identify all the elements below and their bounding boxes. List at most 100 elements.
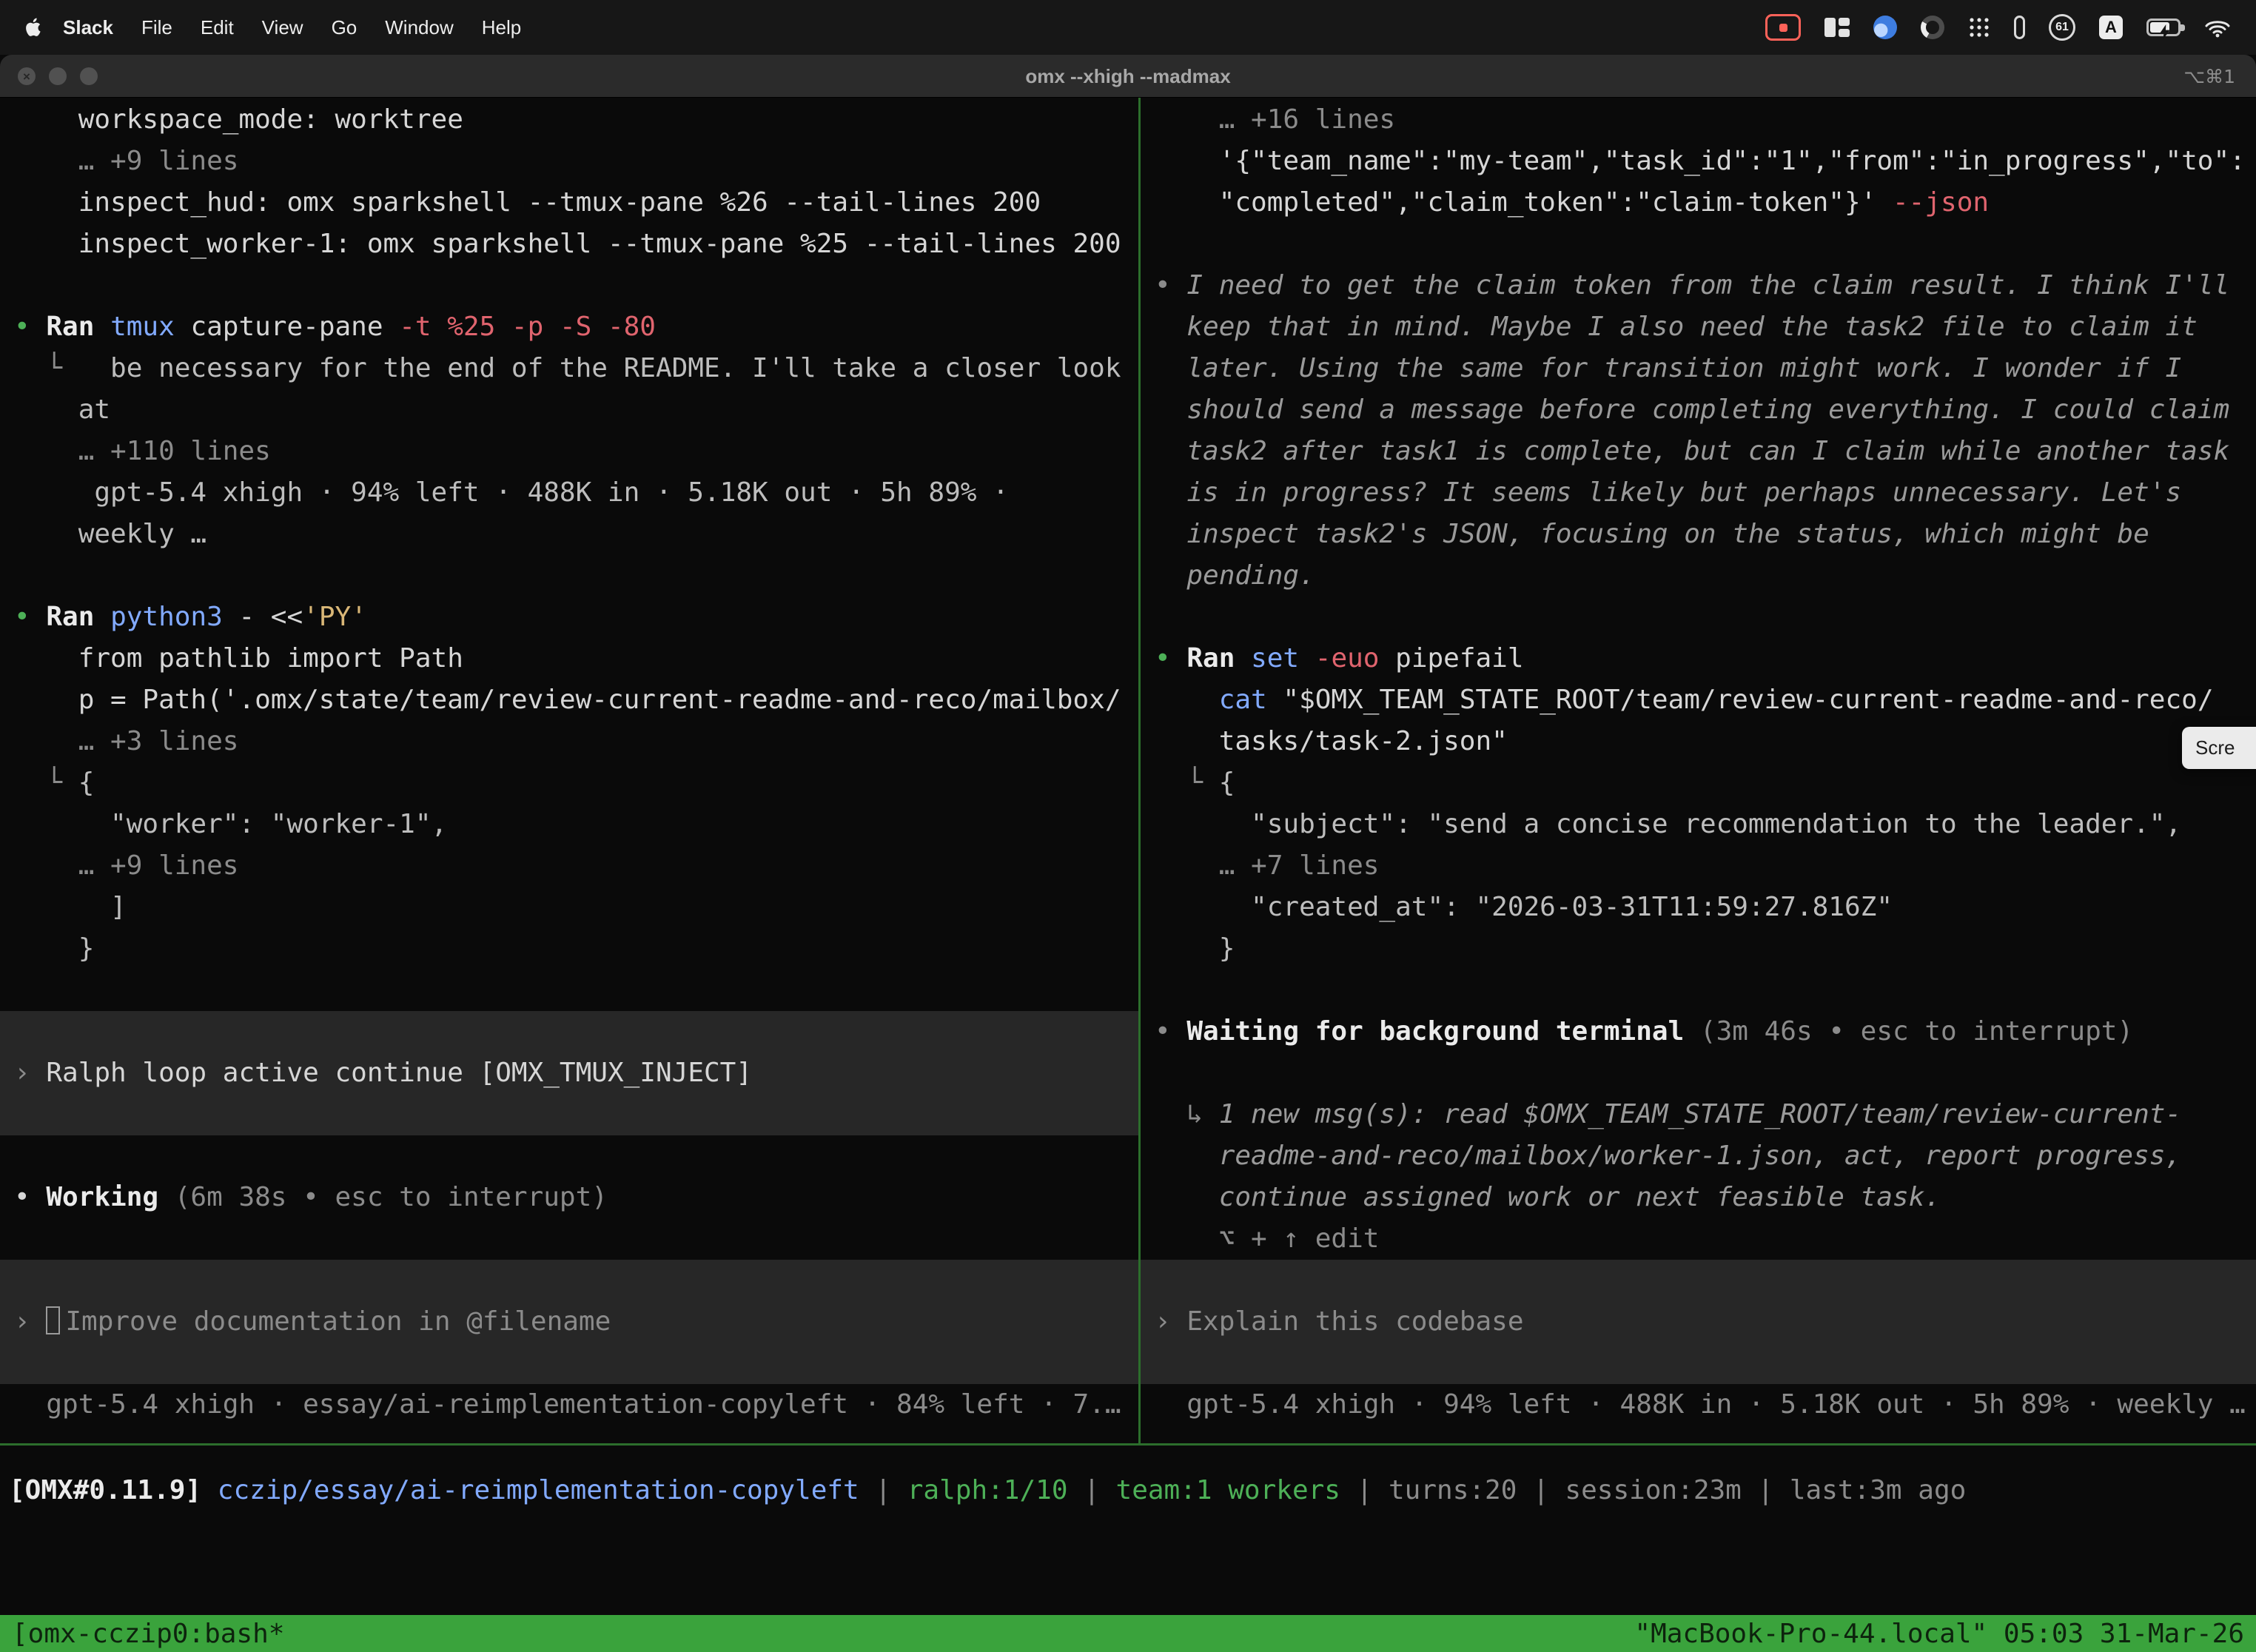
menu-go[interactable]: Go: [318, 16, 372, 39]
terminal-line: pending.: [1141, 555, 2256, 597]
terminal-line: "subject": "send a concise recommendatio…: [1141, 804, 2256, 845]
terminal-line: "completed","claim_token":"claim-token"}…: [1141, 182, 2256, 224]
terminal-line: should send a message before completing …: [1141, 389, 2256, 431]
text-segment: … +3 lines: [14, 726, 238, 756]
terminal-line: at: [0, 389, 1138, 431]
terminal-line: [0, 555, 1138, 597]
omx-status-line: [OMX#0.11.9] cczip/essay/ai-reimplementa…: [0, 1470, 2256, 1511]
terminal-line: weekly …: [0, 514, 1138, 555]
window-title: omx --xhigh --madmax: [0, 55, 2256, 98]
terminal-line: [0, 1011, 1138, 1052]
text-segment: pipefail: [1395, 643, 1523, 674]
text-segment: readme-and-reco/mailbox/worker-1.json, a…: [1155, 1141, 2181, 1171]
text-segment: 'PY': [303, 602, 367, 632]
terminal-line: [0, 1135, 1138, 1177]
terminal-line: … +7 lines: [1141, 845, 2256, 887]
terminal-line: task2 after task1 is complete, but can I…: [1141, 431, 2256, 472]
text-segment: •: [14, 1182, 46, 1212]
screenshot-toast[interactable]: Scre: [2182, 727, 2256, 769]
menu-file[interactable]: File: [127, 16, 187, 39]
text-segment: ↳: [1155, 1099, 1219, 1129]
terminal-line: readme-and-reco/mailbox/worker-1.json, a…: [1141, 1135, 2256, 1177]
mailbox-message-line: ↳ 1 new msg(s): read $OMX_TEAM_STATE_ROO…: [1141, 1094, 2256, 1135]
text-segment: {: [78, 768, 95, 798]
menu-edit[interactable]: Edit: [187, 16, 248, 39]
battery-charging-icon[interactable]: [2146, 19, 2181, 36]
ran-set-line: • Ran set -euo pipefail: [1141, 638, 2256, 679]
terminal-line: [1141, 1052, 2256, 1094]
text-segment: Waiting for background terminal: [1186, 1016, 1700, 1047]
terminal-line: └ be necessary for the end of the README…: [0, 348, 1138, 389]
dots-grid-icon[interactable]: [1968, 16, 1990, 38]
pane-footer-line: gpt-5.4 xhigh · 94% left · 488K in · 5.1…: [1141, 1384, 2256, 1426]
text-segment: Ran: [46, 602, 110, 632]
text-segment: later. Using the same for transition mig…: [1155, 353, 2181, 383]
terminal-line: '{"team_name":"my-team","task_id":"1","f…: [1141, 141, 2256, 182]
letter-a-value: A: [2105, 18, 2117, 37]
blue-app-icon[interactable]: [1873, 16, 1897, 39]
meter-61-icon[interactable]: 61: [2049, 14, 2075, 41]
text-segment: weekly …: [14, 519, 207, 549]
text-segment: last:3m ago: [1790, 1475, 1966, 1505]
menu-view[interactable]: View: [248, 16, 318, 39]
terminal-line: inspect task2's JSON, focusing on the st…: [1141, 514, 2256, 555]
text-segment: ›: [14, 1058, 46, 1088]
terminal-line: … +9 lines: [0, 141, 1138, 182]
text-segment: ›: [1155, 1306, 1186, 1337]
text-segment: … +9 lines: [14, 146, 238, 176]
window-title-bar[interactable]: × omx --xhigh --madmax ⌥⌘1: [0, 55, 2256, 98]
terminal-line: inspect_worker-1: omx sparkshell --tmux-…: [0, 224, 1138, 265]
text-segment: •: [1155, 1016, 1186, 1047]
terminal-line: … +3 lines: [0, 721, 1138, 762]
tmux-status-bar: [omx-cczip0:bash* "MacBook-Pro-44.local"…: [0, 1615, 2256, 1652]
text-segment: gpt-5.4 xhigh · 94% left · 488K in · 5.1…: [1155, 1389, 2246, 1420]
prompt-input-line[interactable]: › Improve documentation in @filename: [0, 1301, 1138, 1343]
menu-app-name[interactable]: Slack: [49, 16, 127, 39]
text-segment: at: [14, 394, 110, 425]
terminal-line: p = Path('.omx/state/team/review-current…: [0, 679, 1138, 721]
capsule-icon[interactable]: [2014, 16, 2025, 39]
pane-footer-line: gpt-5.4 xhigh · essay/ai-reimplementatio…: [0, 1384, 1138, 1426]
text-segment: [OMX#0.11.9]: [9, 1475, 218, 1505]
letter-a-badge-icon[interactable]: A: [2099, 16, 2123, 39]
text-segment: should send a message before completing …: [1155, 394, 2229, 425]
text-segment: - <<: [238, 602, 303, 632]
wifi-icon[interactable]: [2204, 17, 2231, 38]
text-segment: set: [1251, 643, 1315, 674]
text-segment: "created_at": "2026-03-31T11:59:27.816Z": [1155, 892, 1893, 922]
text-segment: … +16 lines: [1155, 104, 1395, 135]
text-segment: -euo: [1315, 643, 1395, 674]
working-status-line: • Working (6m 38s • esc to interrupt): [0, 1177, 1138, 1218]
suggestion-line[interactable]: › Explain this codebase: [1141, 1301, 2256, 1343]
text-segment: --json: [1893, 187, 1989, 218]
apple-menu-icon[interactable]: [25, 17, 43, 38]
text-segment: gpt-5.4 xhigh · essay/ai-reimplementatio…: [14, 1389, 1121, 1420]
window-tiling-icon[interactable]: [1824, 18, 1850, 37]
terminal-pane-right[interactable]: … +16 lines '{"team_name":"my-team","tas…: [1141, 99, 2256, 1443]
thinking-line: • I need to get the claim token from the…: [1141, 265, 2256, 306]
text-segment: •: [1155, 270, 1186, 300]
text-segment: tmux: [110, 312, 190, 342]
screen-recording-indicator-icon[interactable]: [1765, 14, 1801, 41]
text-segment: -t %25 -p -S -80: [399, 312, 656, 342]
text-segment: session:23m: [1565, 1475, 1741, 1505]
edit-hint-line: ⌥ + ↑ edit: [1141, 1218, 2256, 1260]
text-segment: }: [14, 933, 94, 964]
text-segment: capture-pane: [190, 312, 399, 342]
screen: Slack File Edit View Go Window Help 61 A…: [0, 0, 2256, 1652]
text-segment: python3: [110, 602, 238, 632]
text-segment: ›: [14, 1306, 46, 1337]
terminal-line: … +9 lines: [0, 845, 1138, 887]
text-segment: '{"team_name":"my-team","task_id":"1","f…: [1155, 146, 2246, 176]
text-segment: Explain this codebase: [1186, 1306, 1523, 1337]
menu-window[interactable]: Window: [371, 16, 467, 39]
text-segment: I need to get the claim token from the c…: [1186, 270, 2229, 300]
dark-swirl-icon[interactable]: [1921, 16, 1944, 39]
charging-bolt-icon: [2159, 21, 2171, 44]
text-segment: gpt-5.4 xhigh · 94% left · 488K in · 5.1…: [14, 477, 1009, 508]
menu-help[interactable]: Help: [468, 16, 535, 39]
terminal-line: … +110 lines: [0, 431, 1138, 472]
terminal-line: [1141, 1260, 2256, 1301]
terminal-pane-left[interactable]: workspace_mode: worktree … +9 lines insp…: [0, 99, 1138, 1443]
pane-divider-horizontal[interactable]: [0, 1443, 2256, 1446]
